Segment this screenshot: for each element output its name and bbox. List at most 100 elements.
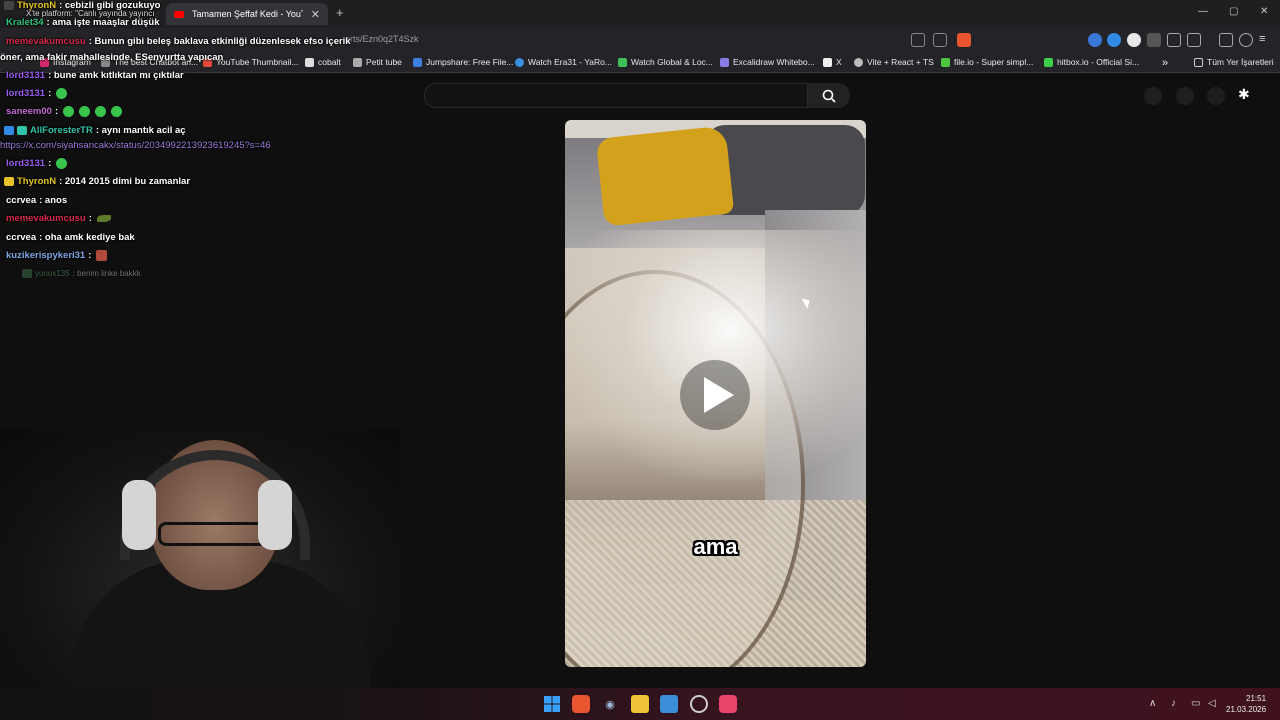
- chat-message: ccrvea : anos: [6, 195, 67, 206]
- chat-text: :: [48, 88, 52, 99]
- tiktok-app-icon[interactable]: [719, 695, 737, 713]
- yt-header-button[interactable]: [1207, 87, 1225, 105]
- webcam-right-earcup: [258, 480, 292, 550]
- folder-icon: [1194, 57, 1203, 67]
- taskbar-clock[interactable]: 21:51 21.03.2026: [1226, 693, 1266, 715]
- chat-emote-icon: [63, 106, 75, 117]
- chat-message-continuation: https://x.com/siyahsancakx/status/203499…: [0, 140, 271, 151]
- chat-message: memevakumcusu : Bunun gibi beleş baklava…: [6, 36, 351, 47]
- chat-message: yunox135 : benim linke bakkk: [22, 269, 141, 278]
- extension-shazam-icon[interactable]: [1107, 33, 1121, 47]
- steam-icon[interactable]: ◉: [601, 695, 619, 713]
- microphone-icon[interactable]: ♪: [1171, 698, 1176, 709]
- volume-icon[interactable]: ◁: [1208, 698, 1216, 709]
- chat-message: AllForesterTR : aynı mantık acil aç: [4, 125, 186, 136]
- youtube-search-input[interactable]: [424, 83, 808, 108]
- chat-badge-icon: [17, 126, 27, 135]
- clock-date: 21.03.2026: [1226, 705, 1267, 714]
- extension-audio-icon[interactable]: [1088, 33, 1102, 47]
- video-yellow-pillow: [595, 125, 735, 227]
- start-menu-icon[interactable]: [543, 695, 561, 713]
- vite-icon: [854, 57, 863, 67]
- all-bookmarks-button[interactable]: Tüm Yer İşaretleri: [1194, 57, 1274, 67]
- chat-username: lord3131: [6, 158, 46, 169]
- bookmark-item[interactable]: hitbox.io - Official Si...: [1044, 57, 1139, 67]
- app-icon[interactable]: [660, 695, 678, 713]
- bookmark-item[interactable]: X: [823, 57, 842, 67]
- webcam-left-earcup: [122, 480, 156, 550]
- extensions-puzzle-icon[interactable]: [1167, 33, 1181, 47]
- chat-text: : oha amk kediye bak: [39, 232, 135, 243]
- chat-emote-icon: [96, 250, 108, 261]
- shorts-video-player[interactable]: ama: [565, 120, 866, 667]
- chat-username: yunox135: [35, 269, 70, 278]
- more-bookmarks-button[interactable]: »: [1162, 57, 1168, 69]
- brave-shield-icon[interactable]: [957, 33, 971, 47]
- chat-message: Kralet34 : ama işte maaşlar düşük: [6, 17, 160, 28]
- chat-badge-icon: [4, 126, 14, 135]
- chat-text: : ama işte maaşlar düşük: [46, 17, 160, 28]
- chat-text: : aynı mantık acil aç: [95, 125, 186, 136]
- excalidraw-icon: [720, 57, 729, 67]
- extension-icon-2[interactable]: [1147, 33, 1161, 47]
- chat-text: :: [88, 213, 92, 224]
- video-glass-cat: [565, 230, 866, 480]
- wallet-icon[interactable]: [1239, 33, 1253, 47]
- chat-message: saneem00 :: [6, 106, 123, 117]
- youtube-search-button[interactable]: [808, 83, 850, 108]
- chat-text: :: [48, 158, 52, 169]
- bookmark-item[interactable]: file.io - Super simpl...: [941, 57, 1033, 67]
- chat-text: :: [88, 250, 92, 261]
- chat-message: lord3131 : bune amk kıtlıktan mı çıktıla…: [6, 70, 184, 81]
- chat-username: lord3131: [6, 70, 46, 81]
- chat-message: memevakumcusu :: [6, 213, 111, 224]
- yt-header-button[interactable]: [1176, 87, 1194, 105]
- x-icon: [823, 57, 832, 67]
- maximize-icon[interactable]: ▢: [1229, 6, 1238, 17]
- chat-username: ccrvea: [6, 195, 37, 206]
- chat-emote-icon: [79, 106, 91, 117]
- display-icon[interactable]: ▭: [1191, 698, 1200, 709]
- yt-header-button[interactable]: [1144, 87, 1162, 105]
- chat-username: saneem00: [6, 106, 52, 117]
- media-controls-icon[interactable]: [1219, 33, 1233, 47]
- chat-emote-icon: [96, 215, 111, 222]
- brave-browser-icon[interactable]: [572, 695, 590, 713]
- yt-extension-icon[interactable]: ✱: [1238, 86, 1250, 103]
- chat-emote-icon: [56, 88, 68, 99]
- tray-chevron-icon[interactable]: ∧: [1149, 698, 1156, 709]
- chat-text: : 2014 2015 dimi bu zamanlar: [59, 176, 191, 187]
- play-button[interactable]: [680, 360, 750, 430]
- bookmark-item[interactable]: Jumpshare: Free File...: [413, 57, 513, 67]
- bookmark-item[interactable]: Vite + React + TS: [854, 57, 934, 67]
- chat-emote-icon: [111, 106, 123, 117]
- menu-icon[interactable]: ≡: [1259, 33, 1265, 45]
- chat-message-continuation: öner, ama fakir mahallesinde, ESenyurtta…: [0, 52, 223, 63]
- video-caption: ama: [693, 534, 738, 559]
- chat-text: : benim linke bakkk: [72, 269, 141, 278]
- chat-username: ThyronN: [17, 176, 57, 187]
- minimize-icon[interactable]: —: [1198, 6, 1208, 17]
- bookmark-item[interactable]: Excalidraw Whitebo...: [720, 57, 815, 67]
- chat-message: lord3131 :: [6, 158, 68, 169]
- obs-icon[interactable]: [690, 695, 708, 713]
- bookmark-item[interactable]: Watch Era31 - YaRo...: [515, 57, 612, 67]
- sidebar-icon[interactable]: [1187, 33, 1201, 47]
- chat-username: lord3131: [6, 88, 46, 99]
- chat-username: kuzikerispykeri31: [6, 250, 86, 261]
- close-window-icon[interactable]: ✕: [1260, 6, 1268, 17]
- file-explorer-icon[interactable]: [631, 695, 649, 713]
- chat-emote-icon: [95, 106, 107, 117]
- hitbox-icon: [1044, 57, 1053, 67]
- chat-link[interactable]: https://x.com/siyahsancakx/status/203499…: [0, 140, 271, 151]
- bookmark-item[interactable]: Watch Global & Loc...: [618, 57, 713, 67]
- chat-text: öner, ama fakir mahallesinde, ESenyurtta…: [0, 52, 224, 63]
- watch-global-icon: [618, 57, 627, 67]
- share-icon[interactable]: [933, 33, 947, 47]
- play-icon: [704, 377, 734, 413]
- chat-text: : anos: [39, 195, 68, 206]
- cast-icon[interactable]: [911, 33, 925, 47]
- chat-username: memevakumcusu: [6, 213, 86, 224]
- extension-icon[interactable]: [1127, 33, 1141, 47]
- chat-text: : Bunun gibi beleş baklava etkinliği düz…: [88, 36, 351, 47]
